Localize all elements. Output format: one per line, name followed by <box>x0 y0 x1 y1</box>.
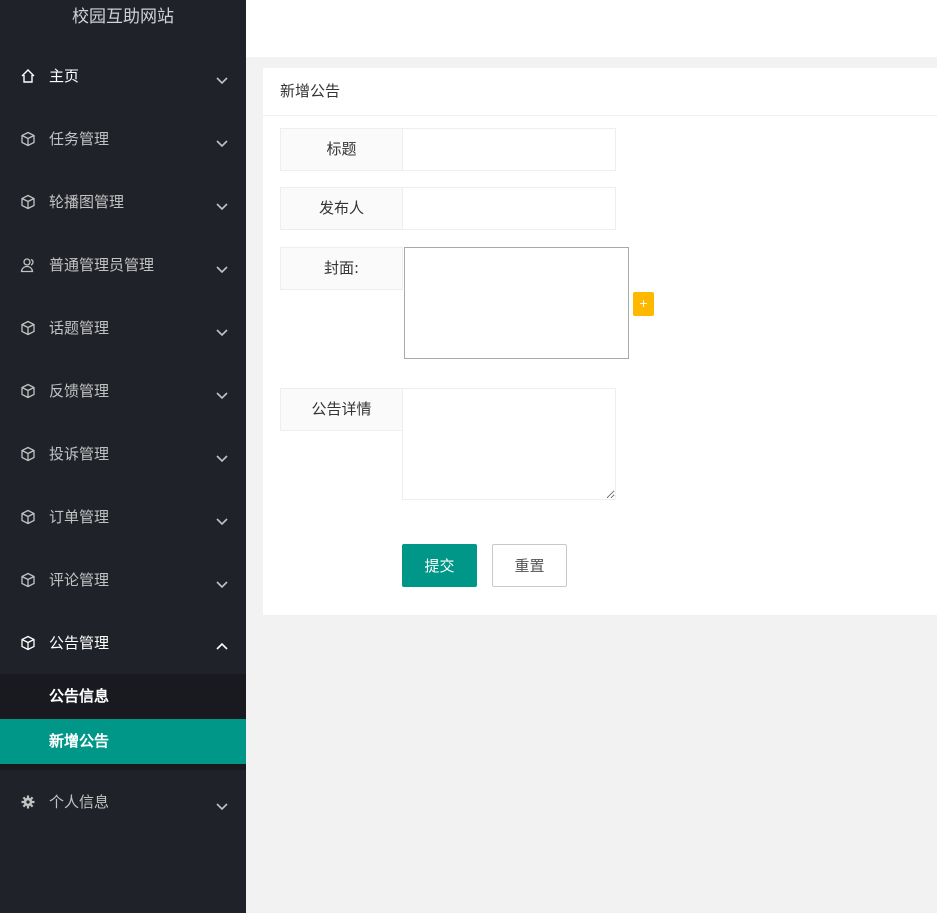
cube-icon <box>21 320 35 336</box>
cube-icon <box>21 509 35 525</box>
title-input[interactable] <box>402 128 616 171</box>
detail-label: 公告详情 <box>280 388 403 431</box>
sidebar-item-label: 主页 <box>49 67 80 85</box>
sidebar-item-label: 公告信息 <box>49 687 110 705</box>
gear-icon <box>21 795 35 809</box>
sidebar-submenu: 公告信息 新增公告 <box>0 674 246 770</box>
sidebar-item-label: 话题管理 <box>49 319 110 337</box>
cube-icon <box>21 383 35 399</box>
sidebar-item-label: 个人信息 <box>49 793 110 811</box>
chevron-down-icon <box>216 581 228 589</box>
top-header <box>246 0 937 57</box>
cube-icon <box>21 446 35 462</box>
sidebar-item-profile[interactable]: 个人信息 <box>0 770 246 833</box>
sidebar-item-label: 投诉管理 <box>49 445 110 463</box>
chevron-down-icon <box>216 329 228 337</box>
sidebar-item-comments[interactable]: 评论管理 <box>0 548 246 611</box>
sidebar-item-label: 反馈管理 <box>49 382 110 400</box>
reset-button[interactable]: 重置 <box>492 544 567 587</box>
sidebar-item-home[interactable]: 主页 <box>0 44 246 107</box>
sidebar-item-label: 评论管理 <box>49 571 110 589</box>
sidebar: 校园互助网站 主页 任务管理 轮播图管理 普通管理员管理 话题管理 反馈管理 投… <box>0 0 246 913</box>
chevron-down-icon <box>216 140 228 148</box>
sidebar-item-complaints[interactable]: 投诉管理 <box>0 422 246 485</box>
sidebar-item-carousel[interactable]: 轮播图管理 <box>0 170 246 233</box>
chevron-down-icon <box>216 203 228 211</box>
detail-textarea[interactable] <box>402 388 616 500</box>
chevron-up-icon <box>216 642 228 650</box>
cover-label: 封面: <box>280 247 403 290</box>
app-title: 校园互助网站 <box>0 0 246 44</box>
sidebar-item-label: 任务管理 <box>49 130 110 148</box>
sidebar-nav: 主页 任务管理 轮播图管理 普通管理员管理 话题管理 反馈管理 投诉管理 订单管… <box>0 44 246 833</box>
sidebar-item-label: 普通管理员管理 <box>49 256 155 274</box>
chevron-down-icon <box>216 266 228 274</box>
cube-icon <box>21 635 35 651</box>
chevron-down-icon <box>216 518 228 526</box>
chevron-down-icon <box>216 392 228 400</box>
sidebar-item-announcement-info[interactable]: 公告信息 <box>0 674 246 719</box>
publisher-label: 发布人 <box>280 187 403 230</box>
sidebar-item-announcements[interactable]: 公告管理 <box>0 611 246 674</box>
sidebar-item-add-announcement[interactable]: 新增公告 <box>0 719 246 764</box>
chevron-down-icon <box>216 77 228 85</box>
publisher-input[interactable] <box>402 187 616 230</box>
sidebar-item-label: 订单管理 <box>49 508 110 526</box>
sidebar-item-orders[interactable]: 订单管理 <box>0 485 246 548</box>
home-icon <box>21 69 35 83</box>
page-title: 新增公告 <box>263 68 937 116</box>
user-icon <box>20 258 34 273</box>
cover-preview[interactable] <box>404 247 629 359</box>
cube-icon <box>21 194 35 210</box>
sidebar-item-admins[interactable]: 普通管理员管理 <box>0 233 246 296</box>
cube-icon <box>21 131 35 147</box>
sidebar-item-label: 新增公告 <box>49 732 110 750</box>
sidebar-item-topics[interactable]: 话题管理 <box>0 296 246 359</box>
sidebar-item-label: 公告管理 <box>49 634 110 652</box>
title-label: 标题 <box>280 128 403 171</box>
cube-icon <box>21 572 35 588</box>
submit-button[interactable]: 提交 <box>402 544 477 587</box>
chevron-down-icon <box>216 455 228 463</box>
sidebar-item-feedback[interactable]: 反馈管理 <box>0 359 246 422</box>
add-cover-button[interactable]: + <box>633 292 654 316</box>
sidebar-item-tasks[interactable]: 任务管理 <box>0 107 246 170</box>
sidebar-item-label: 轮播图管理 <box>49 193 125 211</box>
chevron-down-icon <box>216 803 228 811</box>
